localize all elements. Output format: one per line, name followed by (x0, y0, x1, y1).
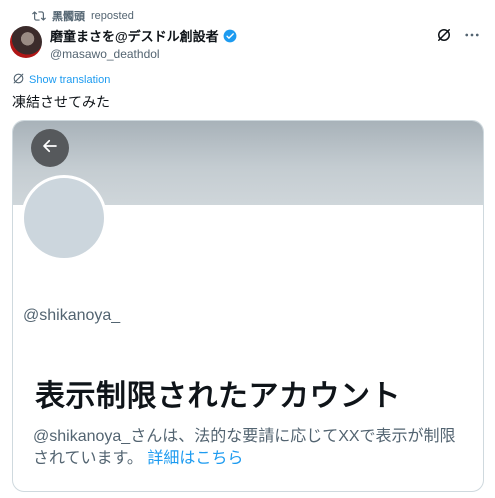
repost-icon (32, 9, 46, 23)
back-button[interactable] (31, 129, 69, 167)
card-handle: @shikanoya_ (23, 307, 121, 324)
more-options-icon[interactable] (463, 26, 481, 44)
author-block: 磨童まさを@デスドル創設者 @masawo_deathdol (50, 26, 237, 61)
grok-icon[interactable] (435, 26, 453, 44)
author-avatar[interactable] (10, 26, 42, 58)
restricted-account-card[interactable]: @shikanoya_ 表示制限されたアカウント @shikanoya_さんは、… (12, 120, 484, 492)
details-link[interactable]: 詳細はこちら (147, 450, 243, 467)
translate-icon (12, 72, 25, 88)
repost-by[interactable]: 黑髑頭 (52, 8, 85, 24)
restricted-title: 表示制限されたアカウント (35, 380, 401, 413)
repost-indicator: 黑髑頭 reposted (32, 8, 134, 24)
author-name[interactable]: 磨童まさを@デスドル創設者 (50, 26, 219, 45)
repost-label: reposted (91, 10, 134, 22)
profile-avatar-placeholder (21, 175, 107, 261)
show-translation-link[interactable]: Show translation (12, 72, 110, 88)
author-handle[interactable]: @masawo_deathdol (50, 47, 237, 61)
restricted-description-text: @shikanoya_さんは、法的な要請に応じてXXで表示が制限されています。 (33, 428, 456, 467)
restricted-description: @shikanoya_さんは、法的な要請に応じてXXで表示が制限されています。 … (33, 426, 468, 470)
show-translation-label: Show translation (29, 74, 111, 86)
post-text: 凍結させてみた (12, 94, 110, 110)
arrow-left-icon (41, 137, 59, 160)
verified-badge-icon (223, 29, 237, 43)
post-top-actions (435, 26, 481, 44)
